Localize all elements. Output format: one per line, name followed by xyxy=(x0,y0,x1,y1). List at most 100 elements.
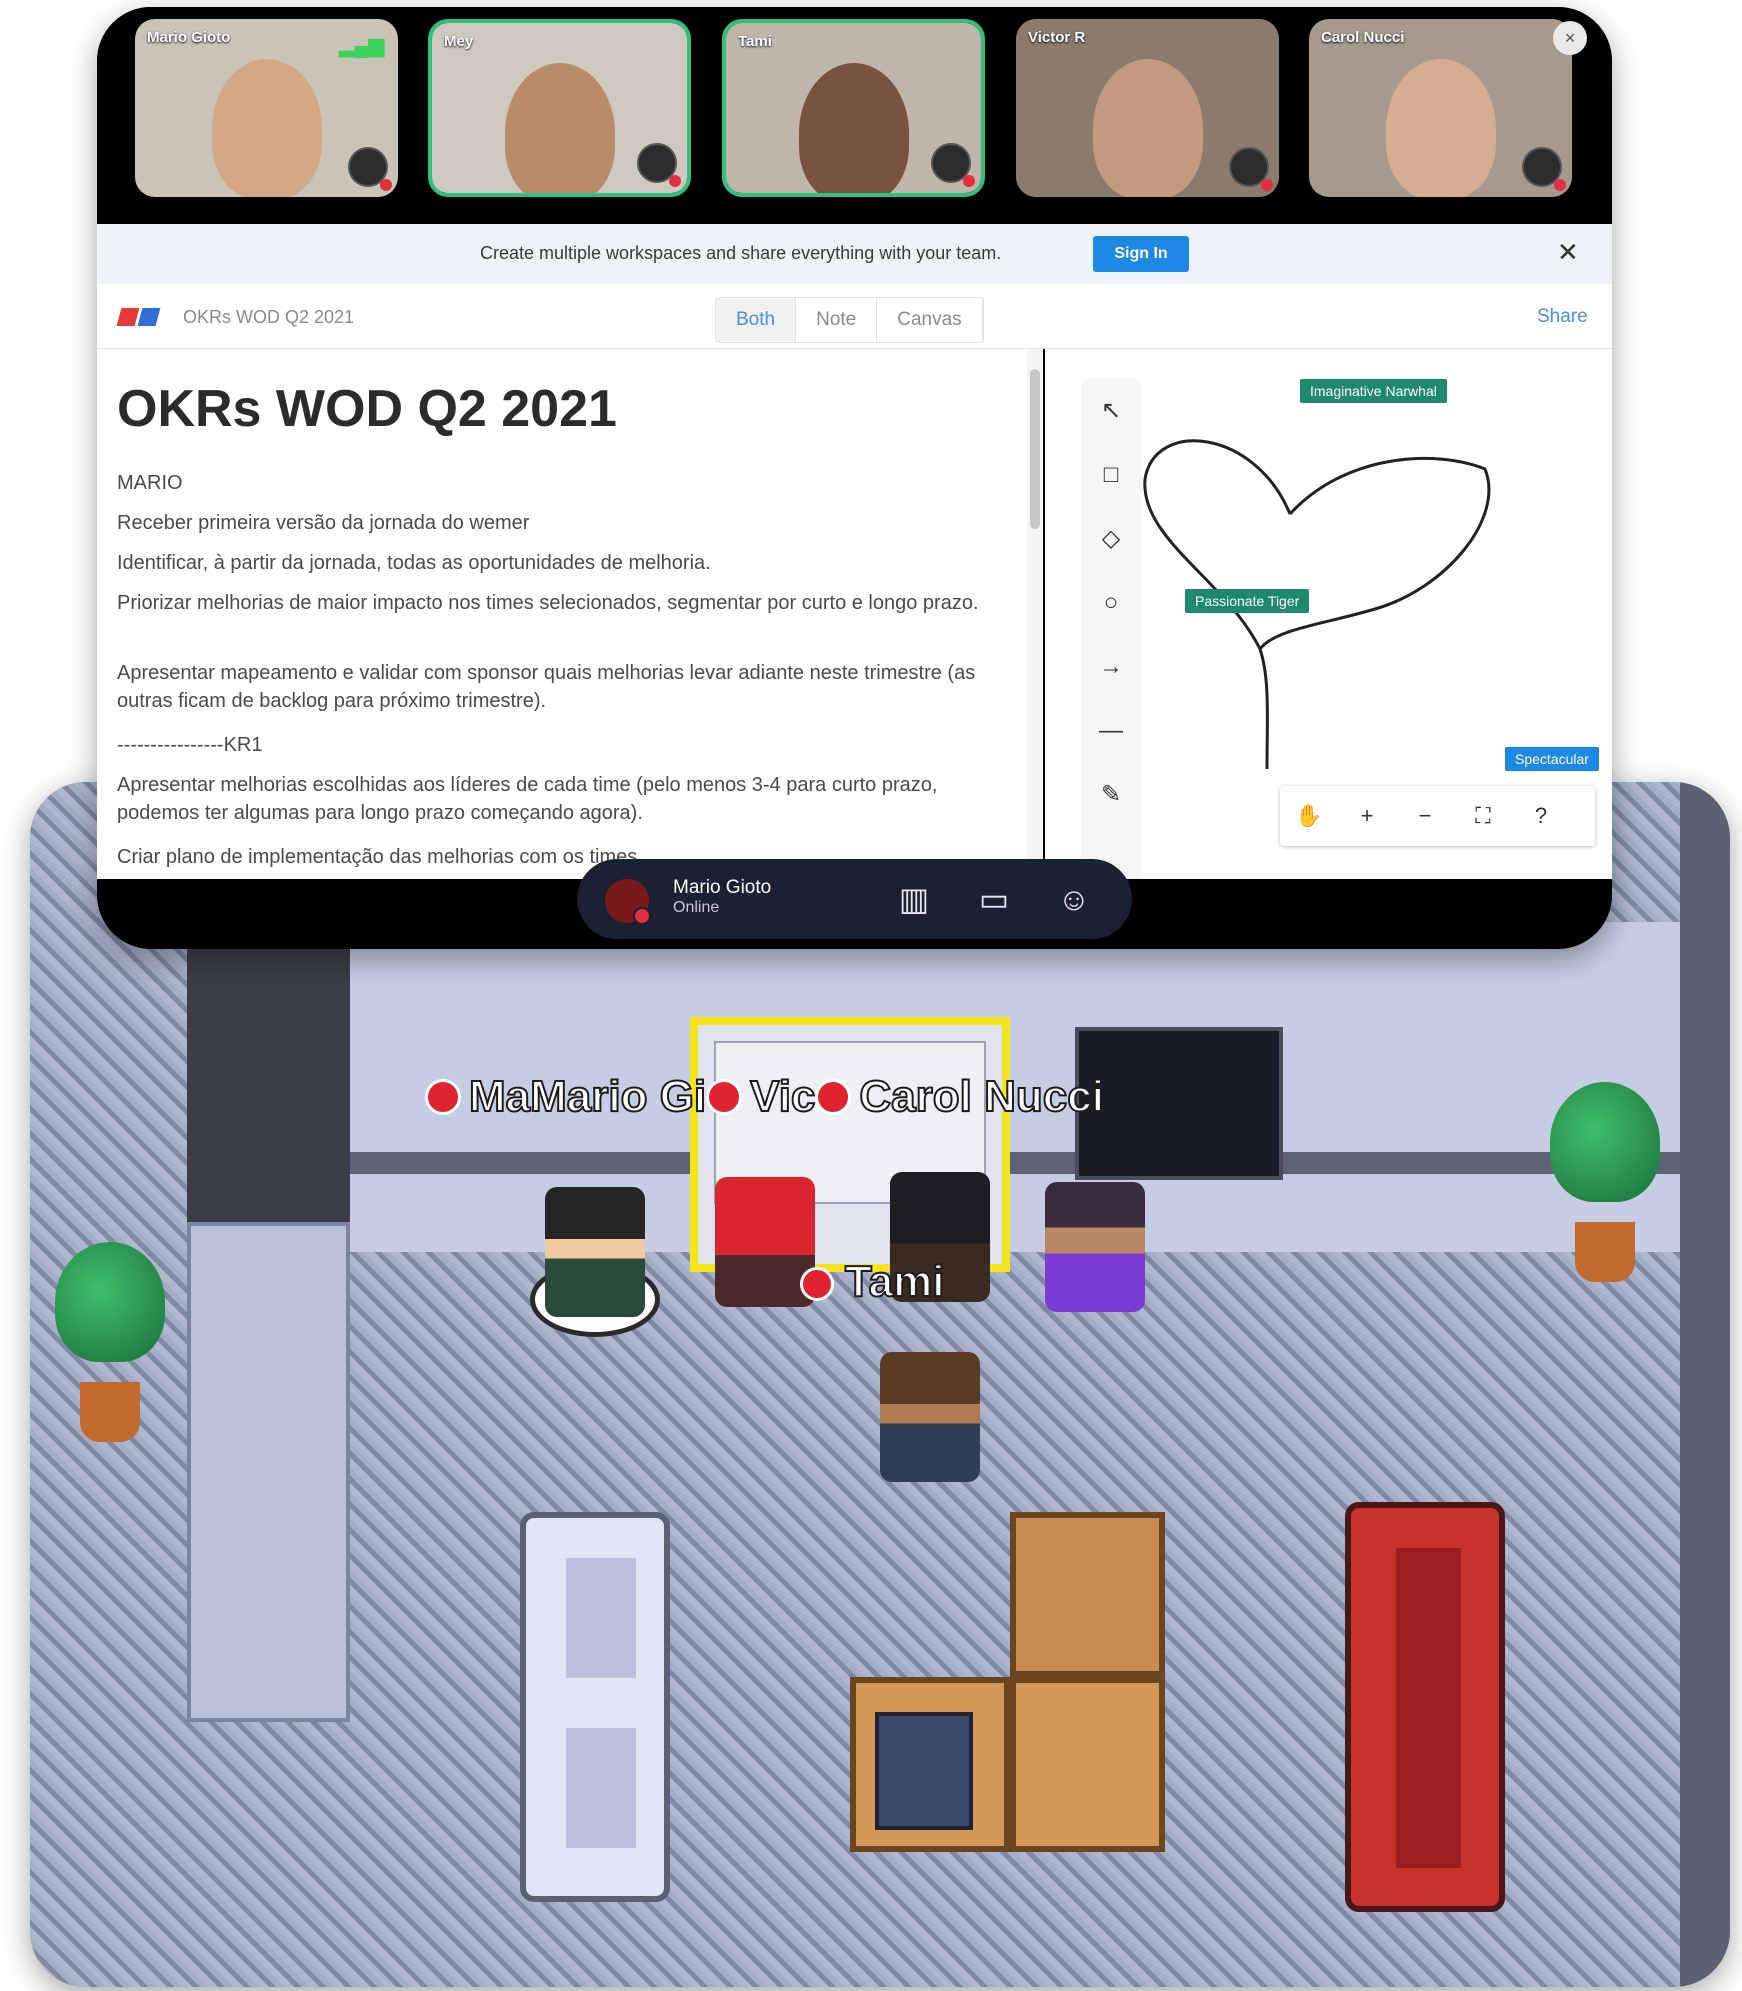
mute-icon xyxy=(1554,179,1566,191)
drawing-toolbar: ↖ □ ◇ ○ → — ✎ xyxy=(1083,379,1139,879)
right-wall xyxy=(1680,782,1730,1987)
plant-leaves xyxy=(1550,1082,1660,1202)
logo-shape xyxy=(116,308,140,326)
avatar-walker[interactable] xyxy=(880,1352,980,1482)
app-logo-icon xyxy=(116,308,163,326)
note-scrollbar[interactable] xyxy=(1027,349,1043,879)
note-line: Receber primeira versão da jornada do we… xyxy=(117,512,530,534)
participant-face xyxy=(211,59,322,197)
doc-title: OKRs WOD Q2 2021 xyxy=(183,307,355,327)
plant-pot xyxy=(80,1382,140,1442)
rectangle-icon[interactable]: □ xyxy=(1083,443,1139,507)
player-name-tags: Ma Mario Gi Vic Carol Nucci xyxy=(425,1071,1105,1122)
laptop[interactable] xyxy=(875,1712,973,1830)
hand-icon[interactable]: ✋ xyxy=(1280,803,1338,829)
circle-icon[interactable]: ○ xyxy=(1083,571,1139,635)
plant-pot xyxy=(1575,1222,1635,1282)
participant-name: Mey xyxy=(444,33,474,50)
note-line: Apresentar melhorias escolhidas aos líde… xyxy=(117,774,938,824)
participant-name: Victor R xyxy=(1028,29,1086,46)
player-name: Carol Nucci xyxy=(858,1071,1105,1122)
white-couch xyxy=(520,1512,670,1902)
screen-share-icon[interactable]: ▭ xyxy=(972,879,1016,919)
user-status: Online xyxy=(673,899,720,916)
cursor-label: Passionate Tiger xyxy=(1185,589,1310,613)
video-strip: Mario Gioto ▂▄▆ Mey Tami Victor R Carol … xyxy=(97,7,1612,224)
sign-in-button[interactable]: Sign In xyxy=(1093,236,1189,272)
status-dot xyxy=(425,1079,461,1115)
avatar[interactable] xyxy=(605,879,651,925)
drawing-canvas[interactable]: ↖ □ ◇ ○ → — ✎ Imaginative Narwhal Passio… xyxy=(1045,349,1612,879)
participant-name: Mario Gioto xyxy=(147,29,231,46)
line-icon[interactable]: — xyxy=(1083,699,1139,763)
signin-banner: Create multiple workspaces and share eve… xyxy=(97,224,1612,285)
video-tile[interactable]: Mey xyxy=(428,19,691,197)
note-line: Priorizar melhorias de maior impacto nos… xyxy=(117,592,979,614)
plant-leaves xyxy=(55,1242,165,1362)
close-icon[interactable]: ✕ xyxy=(1557,237,1579,268)
wall-pillar-light xyxy=(187,1222,350,1722)
potted-plant xyxy=(1550,1082,1660,1282)
banner-text: Create multiple workspaces and share eve… xyxy=(480,243,1002,263)
pen-icon[interactable]: ✎ xyxy=(1083,763,1139,827)
emoji-icon[interactable]: ☺ xyxy=(1052,879,1096,919)
select-icon[interactable]: ↖ xyxy=(1083,379,1139,443)
participant-name: Carol Nucci xyxy=(1321,29,1405,46)
close-icon[interactable]: × xyxy=(1553,21,1587,55)
mute-icon xyxy=(380,179,392,191)
video-tile[interactable]: Victor R xyxy=(1016,19,1279,197)
note-heading: OKRs WOD Q2 2021 xyxy=(117,380,617,438)
help-icon[interactable]: ? xyxy=(1512,803,1570,829)
player-name: Ma xyxy=(468,1071,531,1122)
video-tile[interactable]: Mario Gioto ▂▄▆ xyxy=(135,19,398,197)
cursor-label: Spectacular xyxy=(1505,747,1599,771)
participant-face xyxy=(504,63,615,193)
wall-trim xyxy=(350,1152,1710,1174)
participant-face xyxy=(798,63,909,193)
video-tile[interactable]: Tami xyxy=(722,19,985,197)
map-icon[interactable]: ▥ xyxy=(892,879,936,919)
tab-both[interactable]: Both xyxy=(716,298,797,342)
player-name-tami: Tami xyxy=(844,1256,945,1307)
note-editor[interactable]: OKRs WOD Q2 2021 MARIO Receber primeira … xyxy=(97,349,1040,879)
user-bar: Mario Gioto Online ▥ ▭ ☺ xyxy=(577,859,1132,939)
status-dot xyxy=(633,907,651,925)
signal-icon: ▂▄▆ xyxy=(339,35,384,57)
mute-icon xyxy=(963,175,975,187)
tab-note[interactable]: Note xyxy=(796,298,878,342)
zoom-in-icon[interactable]: + xyxy=(1338,803,1396,829)
note-line: ----------------KR1 xyxy=(117,734,263,756)
fit-screen-icon[interactable]: ⛶ xyxy=(1454,803,1512,829)
arrow-icon[interactable]: → xyxy=(1083,635,1139,699)
mute-icon xyxy=(669,175,681,187)
doc-header: OKRs WOD Q2 2021 Both Note Canvas Share xyxy=(97,284,1612,349)
tv-screen[interactable] xyxy=(1075,1027,1283,1180)
collab-overlay: Mario Gioto ▂▄▆ Mey Tami Victor R Carol … xyxy=(97,7,1612,949)
tab-canvas[interactable]: Canvas xyxy=(877,298,983,342)
wall-pillar-dark xyxy=(187,922,350,1222)
logo-shape xyxy=(137,308,161,326)
participant-face xyxy=(1092,59,1203,197)
note-line: Identificar, à partir da jornada, todas … xyxy=(117,552,711,574)
user-name: Mario Gioto xyxy=(673,877,772,898)
diamond-icon[interactable]: ◇ xyxy=(1083,507,1139,571)
game-world[interactable]: Ma Mario Gi Vic Carol Nucci Tami xyxy=(30,782,1730,1987)
potted-plant xyxy=(55,1242,165,1442)
participant-name: Tami xyxy=(738,33,772,50)
status-dot xyxy=(800,1267,834,1301)
avatar-ma[interactable] xyxy=(545,1187,645,1317)
scrollbar-thumb[interactable] xyxy=(1030,369,1040,529)
video-tile[interactable]: Carol Nucci xyxy=(1309,19,1572,197)
zoom-controls: ✋ + − ⛶ ? xyxy=(1280,786,1595,846)
status-dot xyxy=(815,1079,852,1115)
note-line: Apresentar mapeamento e validar com spon… xyxy=(117,662,976,712)
avatar-carol[interactable] xyxy=(1045,1182,1145,1312)
view-tabs: Both Note Canvas xyxy=(715,297,984,343)
participant-face xyxy=(1385,59,1496,197)
zoom-out-icon[interactable]: − xyxy=(1396,803,1454,829)
share-link[interactable]: Share xyxy=(1537,306,1588,328)
wooden-table xyxy=(1010,1677,1165,1852)
player-name: Vic xyxy=(749,1071,816,1122)
mute-icon xyxy=(1261,179,1273,191)
note-line: MARIO xyxy=(117,472,183,494)
